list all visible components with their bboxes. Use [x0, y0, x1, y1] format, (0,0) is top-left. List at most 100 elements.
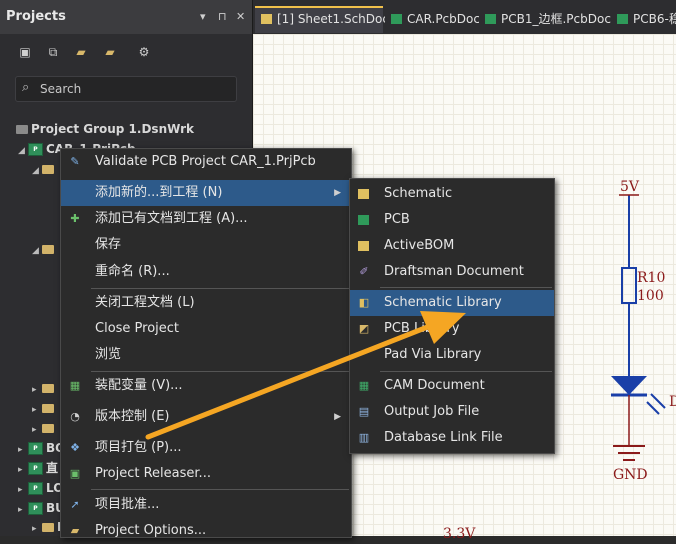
search-icon: ⌕	[22, 80, 30, 95]
menu-add-new-to-project[interactable]: 添加新的...到工程 (N) ▶	[61, 180, 351, 206]
folder-icon	[42, 404, 54, 413]
collapse-icon[interactable]: ▸	[32, 400, 42, 420]
schlib-doc-icon: ◧	[358, 296, 370, 309]
panel-close-button[interactable]: ✕	[236, 10, 245, 23]
submenu-arrow-icon: ▶	[334, 412, 341, 422]
menu-explore[interactable]: 浏览	[61, 342, 351, 368]
variant-icon: ▦	[69, 379, 81, 392]
tree-project-group[interactable]: Project Group 1.DsnWrk	[16, 119, 194, 139]
collapse-icon[interactable]: ▸	[18, 500, 28, 520]
version-icon: ◔	[70, 410, 80, 423]
tree-folder[interactable]: ▸	[32, 418, 57, 438]
submenu-pcb[interactable]: PCB	[350, 207, 554, 233]
submenu-pad-via-library[interactable]: Pad Via Library	[350, 342, 554, 368]
tree-project[interactable]: ▸ P 直	[18, 458, 58, 478]
menu-close-project-docs[interactable]: 关闭工程文档 (L)	[61, 290, 351, 316]
folder-settings-icon[interactable]: ▰	[103, 46, 117, 59]
led-emission-arrow	[650, 393, 666, 409]
search-box[interactable]: ⌕	[15, 76, 237, 102]
cam-doc-icon: ▦	[358, 379, 370, 392]
menu-add-existing[interactable]: ✚ 添加已有文档到工程 (A)...	[61, 206, 351, 232]
collapse-icon[interactable]: ▸	[18, 480, 28, 500]
package-icon: ❖	[70, 441, 80, 454]
tree-folder[interactable]: ▸	[32, 378, 57, 398]
folder-icon	[42, 424, 54, 433]
menu-separator	[91, 489, 349, 490]
submenu-cam-document[interactable]: ▦ CAM Document	[350, 373, 554, 399]
submenu-pcb-library[interactable]: ◩ PCB Library	[350, 316, 554, 342]
panel-pin-button[interactable]: ⊓	[218, 10, 227, 23]
folder-icon	[42, 523, 54, 532]
menu-validate-project[interactable]: ✎ Validate PCB Project CAR_1.PrjPcb	[61, 149, 351, 175]
menu-project-packager[interactable]: ❖ 项目打包 (P)...	[61, 435, 351, 461]
menu-save[interactable]: 保存	[61, 232, 351, 258]
menu-project-options[interactable]: ▰ Project Options...	[61, 518, 351, 544]
menu-project-releaser[interactable]: ▣ Project Releaser...	[61, 461, 351, 487]
menu-close-project[interactable]: Close Project	[61, 316, 351, 342]
pcb-doc-icon	[485, 14, 496, 24]
pcb-doc-icon	[358, 215, 369, 225]
tree-project[interactable]: ▸ P BU	[18, 498, 65, 518]
menu-separator	[91, 288, 349, 289]
net-label: 3.3V	[443, 526, 476, 542]
folder-icon	[42, 384, 54, 393]
submenu-output-job[interactable]: ▤ Output Job File	[350, 399, 554, 425]
menu-version-control[interactable]: ◔ 版本控制 (E) ▶	[61, 404, 351, 430]
pcb-doc-icon	[391, 14, 402, 24]
menu-variants[interactable]: ▦ 装配变量 (V)...	[61, 373, 351, 399]
menu-rename[interactable]: 重命名 (R)...	[61, 259, 351, 285]
tab-pcb6[interactable]: PCB6-稳	[611, 6, 676, 33]
releaser-icon: ▣	[69, 467, 81, 480]
add-new-submenu: Schematic PCB ActiveBOM ✐ Draftsman Docu…	[349, 178, 555, 454]
submenu-activebom[interactable]: ActiveBOM	[350, 233, 554, 259]
folder-icon	[42, 165, 54, 174]
collapse-icon[interactable]: ▸	[32, 519, 42, 539]
tree-project[interactable]: ▸ P BO	[18, 438, 65, 458]
menu-project-approve[interactable]: ➚ 项目批准...	[61, 492, 351, 518]
search-input[interactable]	[40, 80, 225, 97]
power-port-label: 5V	[620, 179, 640, 195]
submenu-draftsman[interactable]: ✐ Draftsman Document	[350, 259, 554, 285]
options-icon: ▰	[70, 524, 80, 537]
expand-icon[interactable]: ◢	[18, 141, 28, 161]
workspace-icon	[16, 125, 28, 134]
project-context-menu: ✎ Validate PCB Project CAR_1.PrjPcb 添加新的…	[60, 148, 352, 538]
tab-pcb1-pcbdoc[interactable]: PCB1_边框.PcbDoc	[479, 6, 611, 33]
add-doc-icon: ✚	[70, 212, 80, 225]
expand-icon[interactable]: ◢	[32, 161, 42, 181]
panel-toolbar: ▣ ⧉ ▰ ▰ ⚙	[0, 34, 252, 70]
expand-icon[interactable]: ◢	[32, 241, 42, 261]
tab-car-pcbdoc[interactable]: CAR.PcbDoc	[385, 6, 481, 33]
output-job-icon: ▤	[358, 405, 370, 418]
panel-title: Projects	[6, 9, 66, 24]
resistor-designator: R10	[637, 270, 666, 286]
approve-icon: ➚	[70, 498, 80, 511]
menu-separator	[91, 371, 349, 372]
collapse-icon[interactable]: ▸	[32, 380, 42, 400]
panel-menu-button[interactable]: ▾	[200, 10, 206, 23]
gear-icon[interactable]: ⚙	[137, 46, 151, 59]
pcb-project-icon: P	[28, 502, 43, 515]
save-icon[interactable]: ▣	[18, 46, 32, 59]
submenu-database-link[interactable]: ▥ Database Link File	[350, 425, 554, 451]
collapse-icon[interactable]: ▸	[32, 420, 42, 440]
tree-project[interactable]: ▸ P LO	[18, 478, 63, 498]
tree-folder[interactable]: ◢	[32, 239, 57, 259]
open-folder-icon[interactable]: ▰	[74, 46, 88, 59]
led-emission-arrow	[646, 401, 660, 415]
tree-folder[interactable]: ◢	[32, 159, 57, 179]
collapse-icon[interactable]: ▸	[18, 460, 28, 480]
pcb-project-icon: P	[28, 462, 43, 475]
save-all-icon[interactable]: ⧉	[46, 46, 60, 59]
menu-separator	[380, 371, 552, 372]
collapse-icon[interactable]: ▸	[18, 440, 28, 460]
schematic-doc-icon	[358, 189, 369, 199]
tree-folder[interactable]: ▸	[32, 398, 57, 418]
database-link-icon: ▥	[358, 431, 370, 444]
submenu-schematic[interactable]: Schematic	[350, 181, 554, 207]
tab-sheet1-schdoc[interactable]: [1] Sheet1.SchDoc	[255, 6, 389, 33]
submenu-schematic-library[interactable]: ◧ Schematic Library	[350, 290, 554, 316]
pcb-project-icon: P	[28, 442, 43, 455]
bom-doc-icon	[358, 241, 369, 251]
document-tabs: [1] Sheet1.SchDoc CAR.PcbDoc PCB1_边框.Pcb…	[253, 0, 676, 34]
